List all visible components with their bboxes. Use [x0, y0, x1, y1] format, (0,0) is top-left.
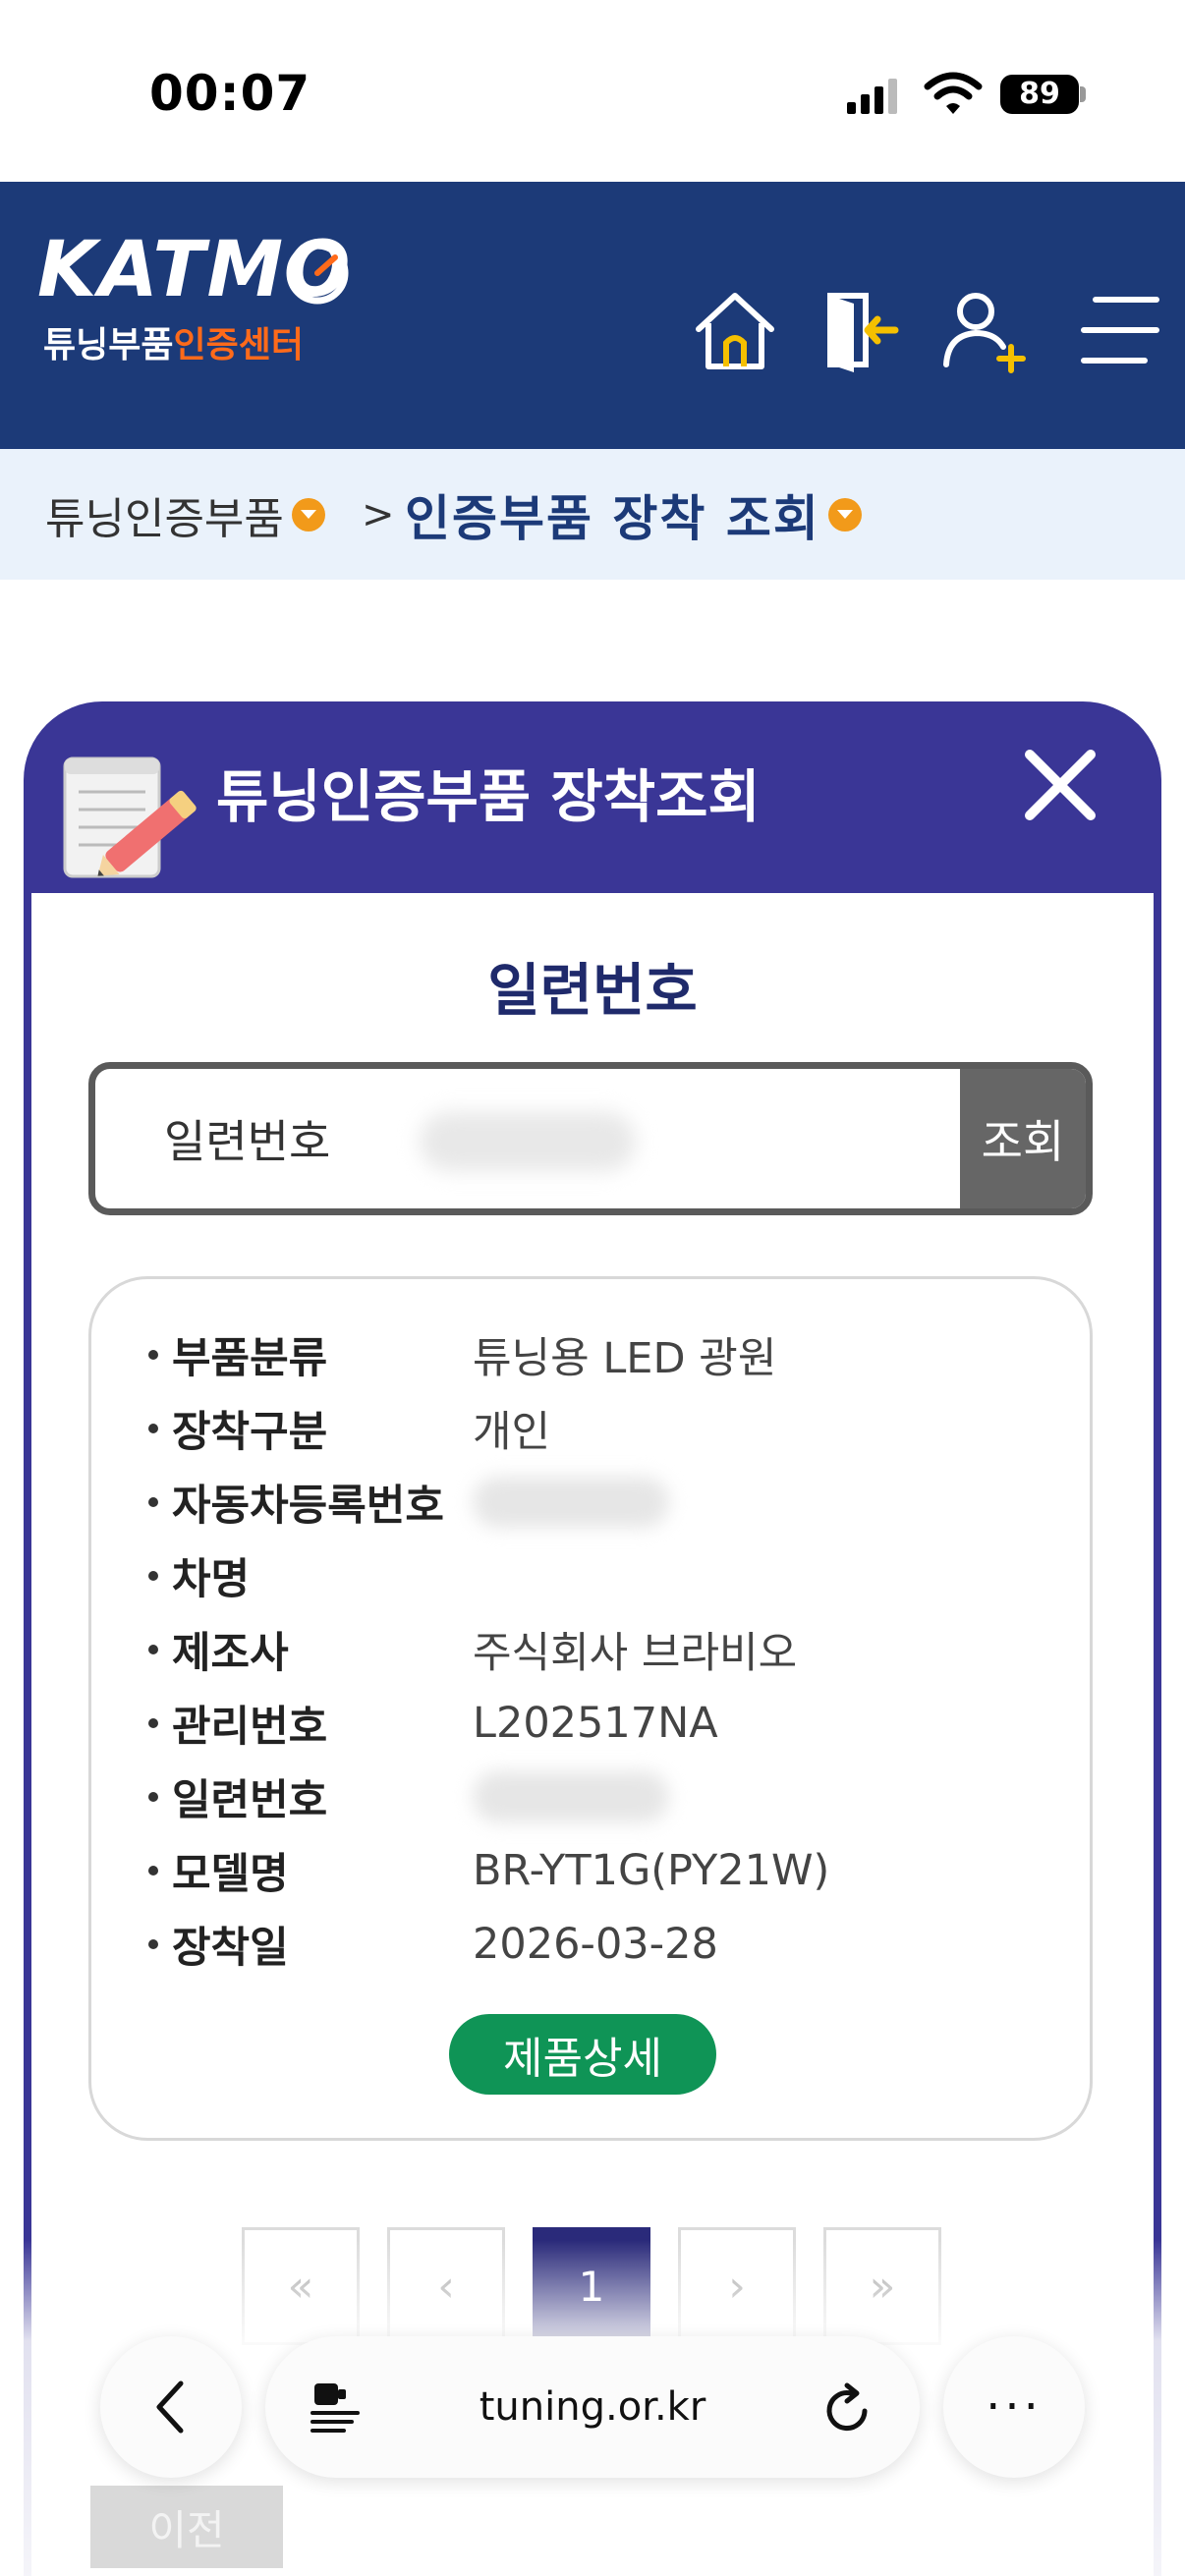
info-row: 장착구분 개인 — [148, 1394, 1052, 1463]
logo-sub-orange: 인증센터 — [173, 325, 304, 365]
serial-search-input[interactable] — [420, 1112, 636, 1171]
menu-button[interactable] — [1075, 285, 1165, 375]
info-row: 차명 — [148, 1541, 1052, 1610]
info-row: 자동차등록번호 — [148, 1468, 1052, 1537]
status-time: 00:07 — [149, 65, 311, 122]
chevron-down-icon — [291, 497, 325, 532]
site-header: KATMO 튜닝부품인증센터 — [0, 182, 1185, 449]
info-value: 튜닝용 LED 광원 — [473, 1334, 777, 1383]
battery-level: 89 — [1019, 77, 1060, 111]
home-button[interactable] — [690, 285, 780, 375]
product-detail-button[interactable]: 제품상세 — [449, 2014, 716, 2095]
add-user-icon — [943, 293, 1026, 373]
status-bar: 00:07 89 — [0, 0, 1185, 182]
info-key: 장착일 — [172, 1924, 289, 1973]
info-row: 일련번호 — [148, 1763, 1052, 1831]
battery-cap — [1080, 86, 1086, 102]
bullet — [148, 1718, 158, 1728]
modal-title: 튜닝인증부품 장착조회 — [216, 763, 761, 830]
info-key: 장착구분 — [172, 1408, 328, 1457]
wifi-icon — [924, 72, 983, 114]
info-key: 부품분류 — [172, 1334, 328, 1383]
info-key: 모델명 — [172, 1850, 289, 1899]
info-row: 장착일 2026-03-28 — [148, 1910, 1052, 1979]
info-key: 차명 — [172, 1555, 251, 1604]
info-row: 제조사 주식회사 브라비오 — [148, 1615, 1052, 1684]
result-card: 부품분류 튜닝용 LED 광원 장착구분 개인 자동차등록번호 차명 제조사 주… — [88, 1276, 1093, 2141]
bullet — [148, 1350, 158, 1360]
address-bar[interactable]: tuning.or.kr — [265, 2336, 920, 2478]
home-icon — [696, 293, 774, 369]
serial-search-label: 일련번호 — [164, 1115, 331, 1168]
redacted-value — [473, 1771, 669, 1822]
logo-sub-white: 튜닝부품 — [43, 325, 174, 365]
info-value: 2026-03-28 — [473, 1920, 718, 1969]
info-value: L202517NA — [473, 1699, 718, 1748]
info-key: 제조사 — [172, 1629, 289, 1678]
info-row: 모델명 BR-YT1G(PY21W) — [148, 1836, 1052, 1905]
info-row: 관리번호 L202517NA — [148, 1689, 1052, 1758]
search-button[interactable]: 조회 — [960, 1069, 1086, 1208]
modal-header: 튜닝인증부품 장착조회 — [24, 701, 1161, 893]
info-key: 관리번호 — [172, 1703, 328, 1752]
breadcrumb-separator: > — [362, 491, 395, 537]
door-login-icon — [827, 293, 899, 372]
bullet — [148, 1497, 158, 1507]
cellular-signal-icon — [847, 79, 897, 114]
info-value: BR-YT1G(PY21W) — [473, 1846, 830, 1895]
serial-search-box: 일련번호 조회 — [88, 1062, 1093, 1215]
previous-button[interactable]: 이전 — [90, 2486, 283, 2568]
gauge-icon — [286, 242, 349, 305]
logo-subtitle: 튜닝부품인증센터 — [43, 316, 304, 367]
chevron-down-icon — [827, 497, 862, 532]
bullet — [148, 1424, 158, 1433]
notepad-pencil-icon — [63, 756, 197, 878]
battery-icon: 89 — [1000, 75, 1079, 114]
breadcrumb: 튜닝인증부품 > 인증부품 장착 조회 — [0, 449, 1185, 580]
breadcrumb-level1-label: 튜닝인증부품 — [45, 493, 284, 544]
breadcrumb-level1[interactable]: 튜닝인증부품 — [45, 449, 325, 580]
bullet — [148, 1939, 158, 1949]
info-value: 주식회사 브라비오 — [473, 1629, 798, 1678]
bullet — [148, 1792, 158, 1802]
breadcrumb-level2-label: 인증부품 장착 조회 — [405, 489, 820, 547]
bullet — [148, 1645, 158, 1654]
login-button[interactable] — [814, 285, 904, 375]
browser-back-button[interactable] — [100, 2336, 242, 2478]
page: 00:07 89 KATMO 튜닝부품인증센터 튜닝인증부품 > 인증부품 장착… — [0, 0, 1185, 2576]
info-key: 일련번호 — [172, 1776, 328, 1825]
section-title: 일련번호 — [487, 957, 698, 1024]
close-icon[interactable] — [1016, 741, 1104, 829]
breadcrumb-level2[interactable]: 인증부품 장착 조회 — [405, 449, 862, 580]
bullet — [148, 1571, 158, 1581]
info-key: 자동차등록번호 — [172, 1482, 444, 1531]
site-logo[interactable]: KATMO 튜닝부품인증센터 — [37, 226, 362, 365]
info-value: 개인 — [473, 1408, 551, 1457]
signup-button[interactable] — [937, 285, 1028, 375]
bullet — [148, 1866, 158, 1876]
reload-icon[interactable] — [821, 2381, 876, 2436]
chevron-left-icon — [156, 2380, 184, 2434]
hamburger-menu-icon — [1081, 297, 1159, 364]
redacted-value — [473, 1477, 669, 1528]
more-options-button[interactable]: ··· — [943, 2336, 1085, 2478]
info-row: 부품분류 튜닝용 LED 광원 — [148, 1320, 1052, 1389]
